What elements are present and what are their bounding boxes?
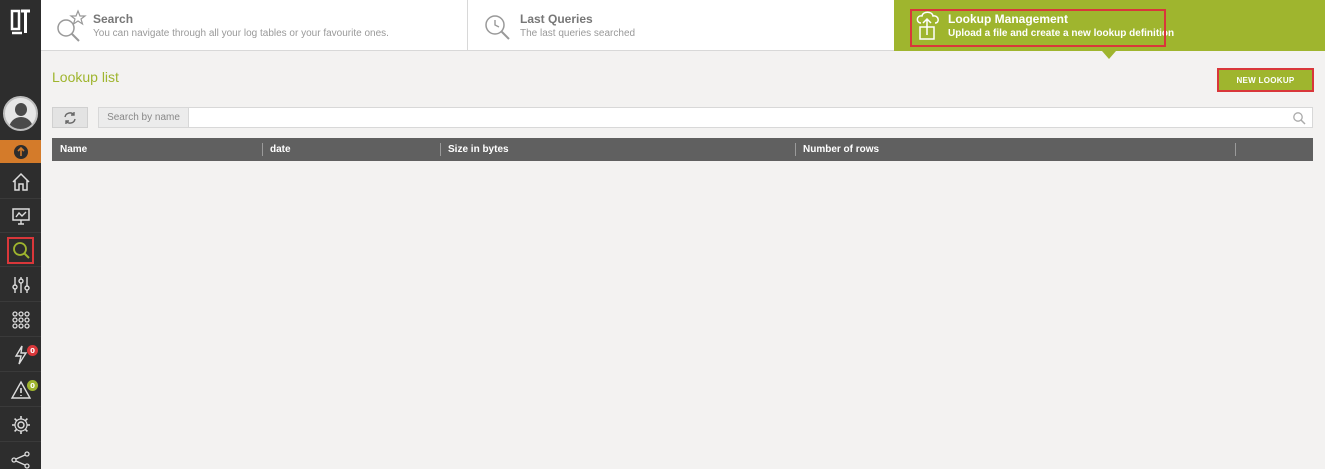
tab-search[interactable]: Search You can navigate through all your…: [41, 0, 468, 51]
sidebar-item-alerts[interactable]: 0: [0, 338, 41, 372]
sidebar-item-settings[interactable]: [0, 408, 41, 442]
grid-icon: [11, 310, 30, 329]
lookup-table-header: Name date Size in bytes Number of rows: [52, 138, 1313, 161]
gear-icon: [11, 415, 30, 434]
tab-last-queries[interactable]: Last Queries The last queries searched: [468, 0, 894, 51]
active-highlight: [7, 237, 34, 264]
search-input[interactable]: [191, 109, 1286, 126]
history-search-icon: [485, 14, 510, 40]
column-name[interactable]: Name: [52, 138, 87, 161]
user-avatar[interactable]: [3, 96, 38, 131]
new-lookup-button[interactable]: NEW LOOKUP: [1217, 68, 1314, 92]
sidebar-item-warnings[interactable]: 0: [0, 373, 41, 407]
monitor-icon: [11, 207, 30, 225]
sidebar-item-config[interactable]: [0, 268, 41, 302]
search-star-icon: [57, 8, 87, 42]
arrow-up-icon: [13, 144, 28, 159]
sidebar-item-apps[interactable]: [0, 303, 41, 337]
logo-icon[interactable]: [0, 0, 41, 44]
share-icon: [10, 451, 30, 469]
search-bar: Search by name: [98, 107, 1313, 128]
column-rows[interactable]: Number of rows: [795, 138, 879, 161]
top-nav: Search You can navigate through all your…: [41, 0, 1325, 59]
sidebar-item-home[interactable]: [0, 165, 41, 199]
sidebar-item-search[interactable]: [0, 233, 41, 267]
page-title: Lookup list: [52, 69, 119, 85]
sidebar: 0 0: [0, 0, 41, 469]
warnings-badge: 0: [27, 380, 38, 391]
magnifier-icon[interactable]: [1292, 111, 1306, 125]
sidebar-item-share[interactable]: [0, 443, 41, 469]
tab-highlight-frame: [910, 9, 1166, 47]
active-tab-pointer: [1102, 51, 1116, 59]
alerts-badge: 0: [27, 345, 38, 356]
tab-last-subtitle: The last queries searched: [520, 28, 636, 39]
refresh-icon: [64, 111, 76, 124]
refresh-button[interactable]: [52, 107, 88, 128]
column-size[interactable]: Size in bytes: [440, 138, 509, 161]
tab-search-subtitle: You can navigate through all your log ta…: [93, 28, 389, 39]
column-divider[interactable]: [1235, 143, 1236, 156]
tab-lookup-management[interactable]: Lookup Management Upload a file and crea…: [894, 0, 1325, 59]
sidebar-item-dashboard[interactable]: [0, 199, 41, 233]
home-icon: [11, 172, 30, 191]
tab-last-title: Last Queries: [520, 12, 593, 26]
upload-indicator[interactable]: [0, 140, 41, 163]
sliders-icon: [11, 276, 30, 293]
tab-search-title: Search: [93, 12, 134, 26]
column-date[interactable]: date: [262, 138, 291, 161]
search-label: Search by name: [99, 108, 189, 127]
